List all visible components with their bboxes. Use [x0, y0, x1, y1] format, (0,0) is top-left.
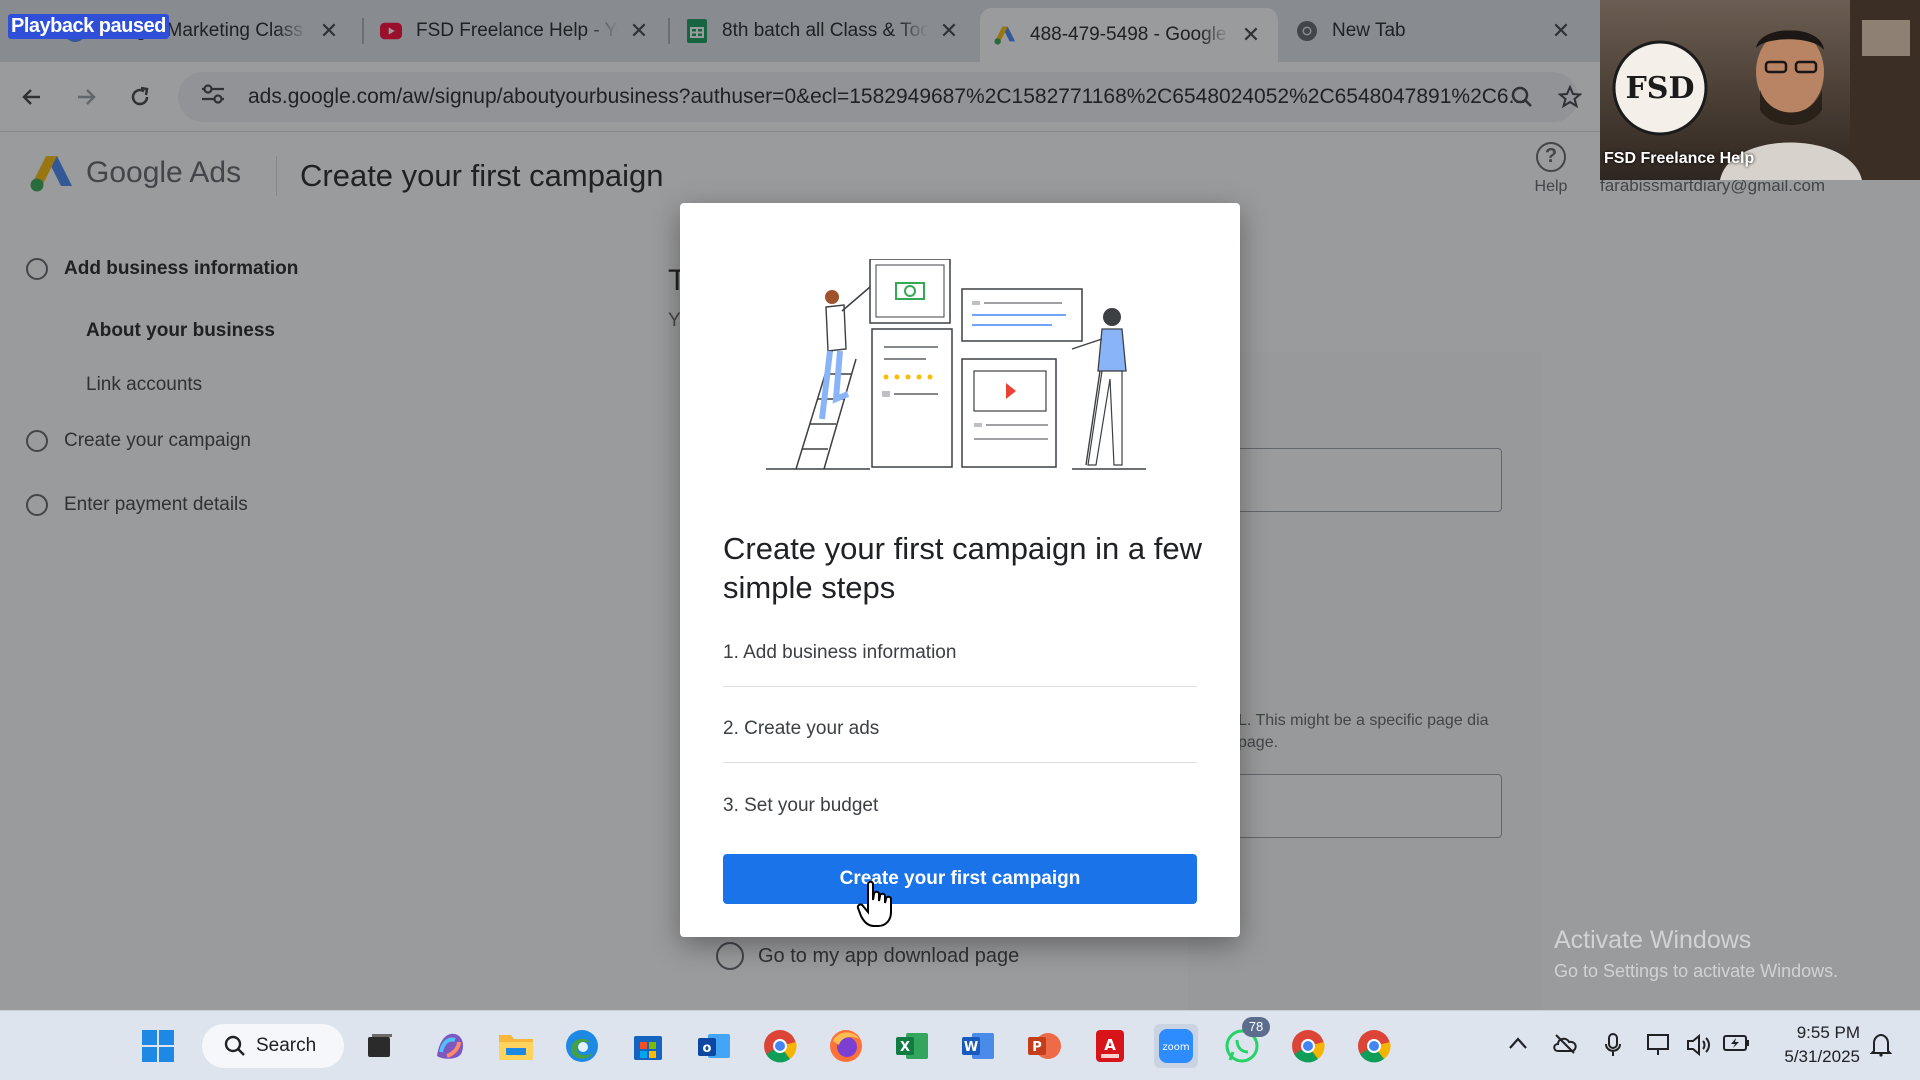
- network-icon: [1647, 1034, 1669, 1055]
- watermark-subtitle: Go to Settings to activate Windows.: [1554, 961, 1839, 981]
- notification-bell-icon: [1869, 1033, 1893, 1057]
- network-button[interactable]: [1646, 1033, 1672, 1063]
- windows-taskbar: Search o X W P A zoom 78 9:55 PM 5/31/20…: [0, 1010, 1920, 1080]
- clock-date: 5/31/2025: [1784, 1047, 1860, 1066]
- svg-text:A: A: [1104, 1036, 1116, 1054]
- taskbar-search[interactable]: Search: [202, 1024, 344, 1068]
- copilot-icon: [437, 1033, 463, 1059]
- dialog-title: Create your first campaign in a few simp…: [723, 531, 1202, 605]
- playback-paused-label: Playback paused: [8, 14, 169, 39]
- outlook-icon: o: [698, 1034, 730, 1058]
- chrome-icon: [764, 1030, 797, 1063]
- chrome-profile-app[interactable]: [1286, 1024, 1330, 1068]
- windows-logo-icon: [142, 1030, 174, 1062]
- folder-icon: [499, 1035, 533, 1060]
- chrome-icon: [1292, 1030, 1325, 1063]
- volume-button[interactable]: [1686, 1033, 1712, 1063]
- show-hidden-icons-button[interactable]: [1508, 1033, 1528, 1056]
- webcam-overlay: FSD FSD Freelance Help: [1600, 0, 1920, 180]
- dialog-step: 2. Create your ads: [723, 718, 1197, 763]
- campaign-illustration: [766, 259, 1146, 470]
- firefox-icon: [830, 1030, 862, 1062]
- search-label: Search: [256, 1035, 317, 1056]
- chrome-app[interactable]: [758, 1024, 802, 1068]
- windows-start-button[interactable]: [136, 1024, 180, 1068]
- microphone-icon: [1605, 1033, 1621, 1056]
- dialog-step: 3. Set your budget: [723, 795, 879, 816]
- task-view-button[interactable]: [358, 1024, 402, 1068]
- powerpoint-app[interactable]: P: [1022, 1024, 1066, 1068]
- whatsapp-badge: 78: [1242, 1017, 1270, 1037]
- battery-charging-icon: [1723, 1035, 1749, 1051]
- taskbar-clock[interactable]: 9:55 PM 5/31/2025: [1764, 1021, 1860, 1069]
- search-icon: [224, 1035, 245, 1056]
- microsoft-store-app[interactable]: [626, 1024, 670, 1068]
- copilot-app[interactable]: [428, 1024, 472, 1068]
- svg-text:P: P: [1032, 1040, 1042, 1055]
- svg-text:X: X: [900, 1040, 910, 1055]
- dialog-step: 1. Add business information: [723, 642, 1197, 687]
- chrome-profile-app-2[interactable]: [1352, 1024, 1396, 1068]
- edge-icon: [566, 1030, 598, 1062]
- webcam-label: FSD Freelance Help: [1604, 150, 1755, 167]
- word-app[interactable]: W: [956, 1024, 1000, 1068]
- cloud-offline-icon: [1553, 1034, 1577, 1054]
- acrobat-icon: A: [1096, 1030, 1124, 1062]
- zoom-icon: zoom: [1159, 1029, 1193, 1063]
- acrobat-app[interactable]: A: [1088, 1024, 1132, 1068]
- task-view-icon: [368, 1034, 392, 1057]
- microphone-button[interactable]: [1604, 1033, 1622, 1063]
- firefox-app[interactable]: [824, 1024, 868, 1068]
- welcome-dialog: Create your first campaign in a few simp…: [680, 203, 1240, 937]
- zoom-app[interactable]: zoom: [1154, 1024, 1198, 1068]
- powerpoint-icon: P: [1028, 1033, 1061, 1059]
- svg-text:zoom: zoom: [1162, 1042, 1189, 1053]
- store-icon: [634, 1036, 662, 1060]
- svg-text:o: o: [703, 1041, 712, 1056]
- battery-button[interactable]: [1722, 1033, 1750, 1059]
- hand-cursor-icon: [856, 880, 892, 927]
- excel-icon: X: [896, 1033, 928, 1059]
- file-explorer-app[interactable]: [494, 1024, 538, 1068]
- notifications-button[interactable]: [1869, 1033, 1893, 1063]
- onedrive-button[interactable]: [1552, 1033, 1578, 1061]
- chevron-up-icon: [1509, 1037, 1527, 1049]
- edge-app[interactable]: [560, 1024, 604, 1068]
- word-icon: W: [962, 1033, 994, 1059]
- fsd-logo-text: FSD: [1626, 71, 1695, 106]
- clock-time: 9:55 PM: [1796, 1023, 1860, 1042]
- outlook-app[interactable]: o: [692, 1024, 736, 1068]
- chrome-icon: [1358, 1030, 1391, 1063]
- create-first-campaign-button[interactable]: Create your first campaign: [723, 854, 1197, 904]
- watermark-title: Activate Windows: [1554, 926, 1752, 954]
- excel-app[interactable]: X: [890, 1024, 934, 1068]
- svg-text:W: W: [964, 1040, 978, 1055]
- volume-icon: [1687, 1033, 1710, 1057]
- activate-windows-watermark: Activate Windows Go to Settings to activ…: [1554, 926, 1838, 982]
